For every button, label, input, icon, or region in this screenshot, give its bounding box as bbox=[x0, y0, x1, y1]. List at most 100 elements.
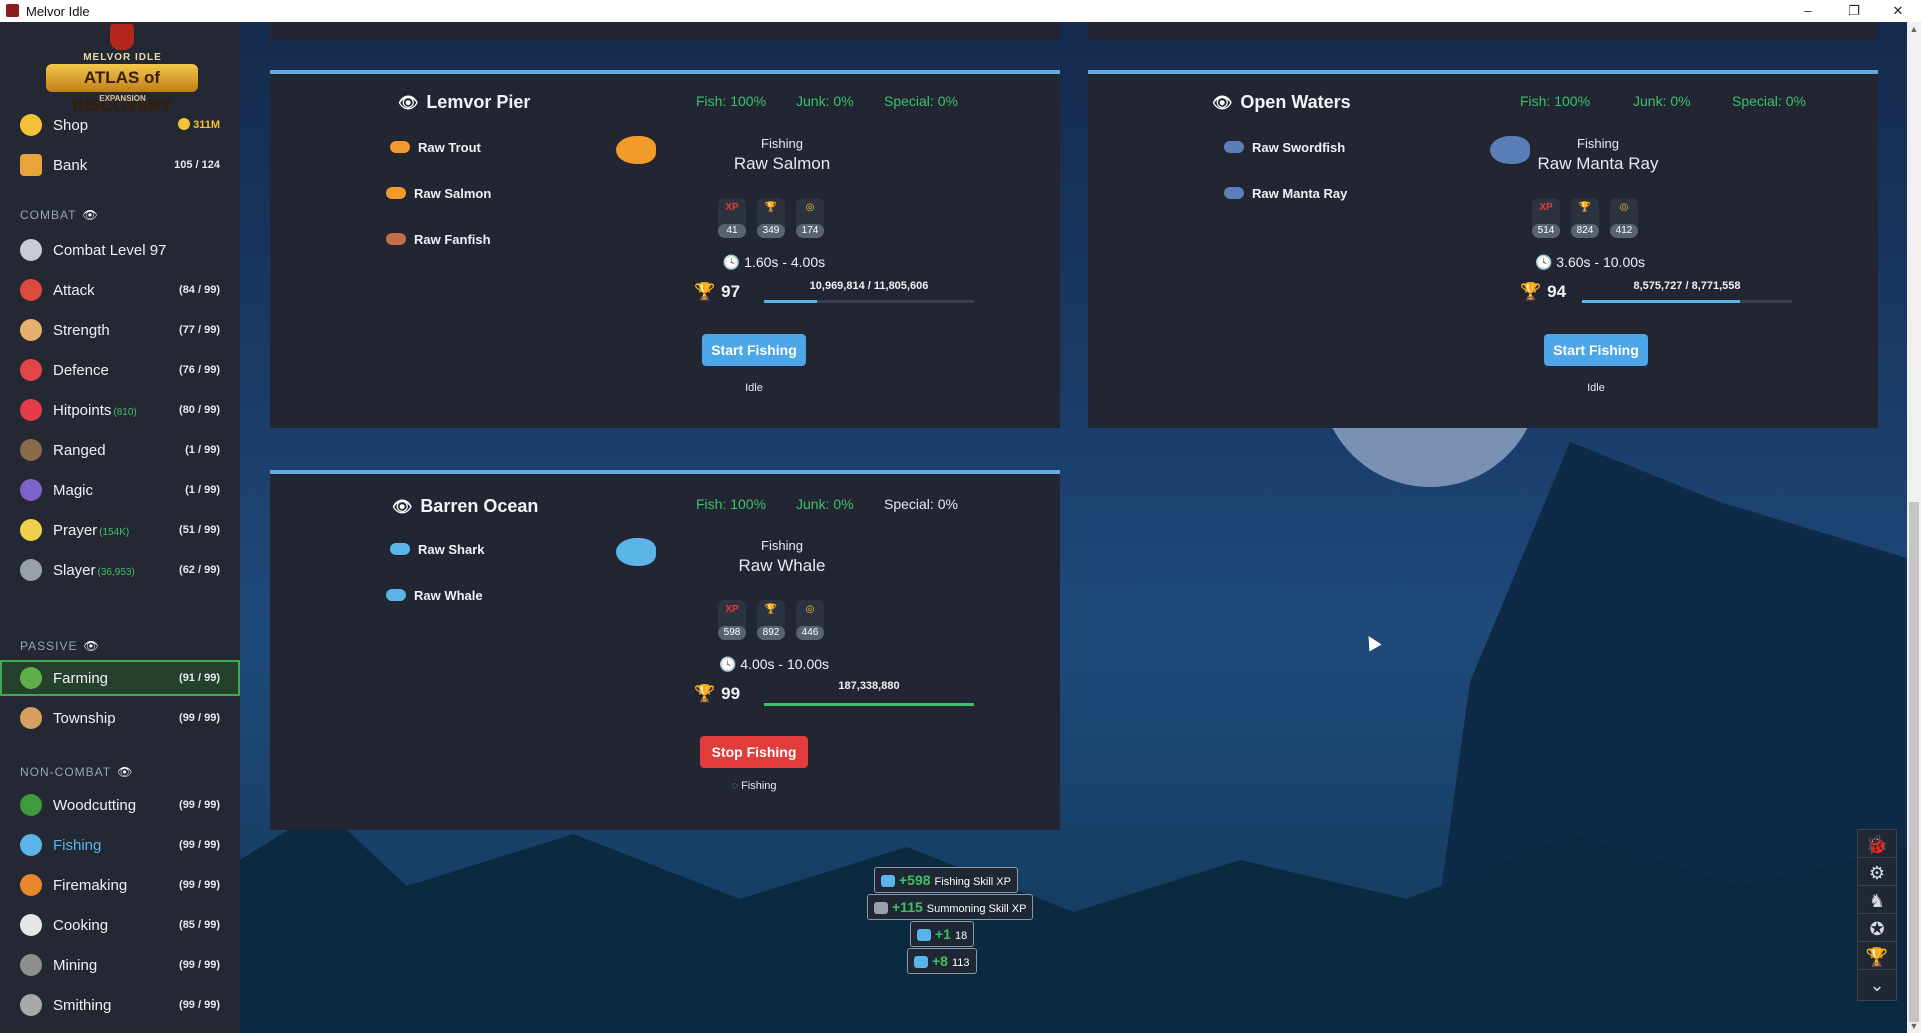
skill-name: Ranged bbox=[53, 442, 106, 459]
sidebar-item-bank[interactable]: Bank 105 / 124 bbox=[0, 147, 240, 183]
fishing-area-panel: 👁 Open Waters Fish: 100% Junk: 0% Special: 0… bbox=[1088, 70, 1878, 428]
trophy-icon: 🏆 bbox=[1520, 282, 1542, 301]
badge-value: 514 bbox=[1532, 224, 1560, 238]
skill-sub-value: (154K) bbox=[99, 527, 130, 538]
sidebar-item-shop[interactable]: Shop 311M bbox=[0, 107, 240, 143]
fish-option[interactable]: Raw Manta Ray bbox=[1224, 186, 1347, 201]
minimize-button[interactable]: – bbox=[1785, 0, 1831, 22]
sidebar-item-mining[interactable]: Mining (99 / 99) bbox=[0, 947, 240, 983]
fishing-area-panel: 👁 Barren Ocean Fish: 100% Junk: 0% Special: … bbox=[270, 470, 1060, 830]
action-label: Fishing bbox=[1577, 136, 1619, 151]
sidebar-item-label: Township bbox=[53, 710, 116, 727]
skill-name: Slayer bbox=[53, 562, 96, 579]
trophy-icon: 🏆 bbox=[1865, 947, 1889, 967]
fish-option[interactable]: Raw Swordfish bbox=[1224, 140, 1345, 155]
mastery-xp-progress: 187,338,880 bbox=[838, 680, 900, 692]
skill-level: (76 / 99) bbox=[179, 364, 220, 376]
township-icon bbox=[20, 707, 42, 729]
sidebar-item-woodcutting[interactable]: Woodcutting (99 / 99) bbox=[0, 787, 240, 823]
sidebar-item-magic[interactable]: Magic (1 / 99) bbox=[0, 472, 240, 508]
eye-icon[interactable]: 👁 bbox=[82, 208, 98, 222]
mastery-level: 🏆 97 bbox=[694, 282, 740, 302]
action-time: 🕓 4.00s - 10.00s bbox=[718, 656, 830, 672]
start-fishing-button[interactable]: Start Fishing bbox=[702, 334, 806, 366]
status-text: Idle bbox=[1587, 382, 1605, 394]
fish-option[interactable]: Raw Fanfish bbox=[386, 232, 491, 247]
mastery-level-value: 99 bbox=[721, 684, 741, 703]
sidebar-item-slayer[interactable]: Slayer (36,953) (62 / 99) bbox=[0, 552, 240, 588]
mastery-progress-fill bbox=[764, 703, 974, 706]
sidebar-item-farming[interactable]: Farming (91 / 99) bbox=[0, 660, 240, 696]
skill-level: (80 / 99) bbox=[179, 404, 220, 416]
trophy-icon: 🏆 bbox=[694, 684, 716, 703]
sidebar-item-township[interactable]: Township (99 / 99) bbox=[0, 700, 240, 736]
panel-above-right bbox=[1088, 22, 1878, 40]
sidebar-item-label: Bank bbox=[53, 157, 88, 174]
notification-text: 113 bbox=[951, 957, 970, 969]
sidebar-item-label: Slayer (36,953) bbox=[53, 562, 135, 579]
action-time: 🕓 3.60s - 10.00s bbox=[1534, 254, 1646, 270]
chevron-down-button[interactable]: ⌄ bbox=[1857, 969, 1897, 1001]
area-title[interactable]: 👁 Open Waters bbox=[1212, 92, 1351, 113]
skill-sub-value: (36,953) bbox=[97, 567, 135, 578]
sidebar-item-label: Woodcutting bbox=[53, 797, 136, 814]
sidebar-item-defence[interactable]: Defence (76 / 99) bbox=[0, 352, 240, 388]
area-name: Lemvor Pier bbox=[426, 92, 531, 112]
sidebar-item-thieving[interactable]: Thieving(74 / 99) bbox=[0, 1027, 240, 1033]
xp-icon: XP bbox=[725, 604, 739, 615]
woodcutting-icon bbox=[20, 794, 42, 816]
selected-fish-icon bbox=[616, 538, 656, 566]
maximize-button[interactable]: ❐ bbox=[1831, 0, 1877, 22]
pool-icon: ◎ bbox=[805, 202, 815, 213]
skill-level: (99 / 99) bbox=[179, 999, 220, 1011]
eye-icon[interactable]: 👁 bbox=[1212, 93, 1232, 113]
eye-icon[interactable]: 👁 bbox=[117, 765, 133, 779]
mastery-level: 🏆 94 bbox=[1520, 282, 1566, 302]
skill-level: (99 / 99) bbox=[179, 959, 220, 971]
eye-icon[interactable]: 👁 bbox=[392, 497, 412, 517]
sidebar-item-hitpoints[interactable]: Hitpoints (810) (80 / 99) bbox=[0, 392, 240, 428]
action-label: Fishing bbox=[761, 538, 803, 553]
scroll-down-icon[interactable]: ▼ bbox=[1907, 1021, 1921, 1031]
scroll-thumb[interactable] bbox=[1909, 502, 1919, 1022]
defence-icon bbox=[20, 359, 42, 381]
sidebar-item-combat-level[interactable]: Combat Level 97 bbox=[0, 232, 240, 268]
sidebar-item-cooking[interactable]: Cooking (85 / 99) bbox=[0, 907, 240, 943]
stop-fishing-button[interactable]: Stop Fishing bbox=[700, 736, 808, 768]
sidebar-item-firemaking[interactable]: Firemaking (99 / 99) bbox=[0, 867, 240, 903]
xp-notification: +598 Fishing Skill XP bbox=[874, 867, 1018, 893]
hitpoints-icon bbox=[20, 399, 42, 421]
skill-sub-value: (810) bbox=[113, 407, 137, 418]
area-title[interactable]: 👁 Lemvor Pier bbox=[398, 92, 530, 113]
close-button[interactable]: ✕ bbox=[1875, 0, 1921, 22]
eye-icon[interactable]: 👁 bbox=[398, 93, 418, 113]
sidebar-item-fishing[interactable]: Fishing (99 / 99) bbox=[0, 827, 240, 863]
eye-icon[interactable]: 👁 bbox=[83, 639, 99, 653]
page-scrollbar[interactable]: ▲ ▼ bbox=[1907, 22, 1921, 1033]
skill-name: Hitpoints bbox=[53, 402, 112, 419]
skill-name: Strength bbox=[53, 322, 110, 339]
fish-option[interactable]: Raw Salmon bbox=[386, 186, 491, 201]
fish-option[interactable]: Raw Whale bbox=[386, 588, 483, 603]
start-fishing-button[interactable]: Start Fishing bbox=[1544, 334, 1648, 366]
sidebar-item-smithing[interactable]: Smithing (99 / 99) bbox=[0, 987, 240, 1023]
skill-level: (1 / 99) bbox=[185, 484, 220, 496]
scroll-up-icon[interactable]: ▲ bbox=[1907, 24, 1921, 34]
action-time: 🕓 1.60s - 4.00s bbox=[722, 254, 826, 270]
notification-amount: +1 bbox=[935, 926, 951, 942]
sidebar-item-strength[interactable]: Strength (77 / 99) bbox=[0, 312, 240, 348]
game-logo[interactable]: MELVOR IDLE ATLAS of DISCOVERY EXPANSION bbox=[40, 24, 205, 115]
area-title[interactable]: 👁 Barren Ocean bbox=[392, 496, 538, 517]
special-chance: Special: 0% bbox=[884, 496, 958, 512]
farming-icon bbox=[20, 667, 42, 689]
panel-above-left bbox=[270, 22, 1060, 40]
fish-option[interactable]: Raw Shark bbox=[390, 542, 484, 557]
sidebar-item-attack[interactable]: Attack (84 / 99) bbox=[0, 272, 240, 308]
sidebar-item-prayer[interactable]: Prayer (154K) (51 / 99) bbox=[0, 512, 240, 548]
fishing-icon bbox=[914, 956, 928, 968]
fish-option[interactable]: Raw Trout bbox=[390, 140, 481, 155]
fishing-status: Idle bbox=[1536, 382, 1656, 394]
pool-icon: ◎ bbox=[805, 604, 815, 615]
fishing-area-panel: 👁 Lemvor Pier Fish: 100% Junk: 0% Special: 0… bbox=[270, 70, 1060, 428]
sidebar-item-ranged[interactable]: Ranged (1 / 99) bbox=[0, 432, 240, 468]
